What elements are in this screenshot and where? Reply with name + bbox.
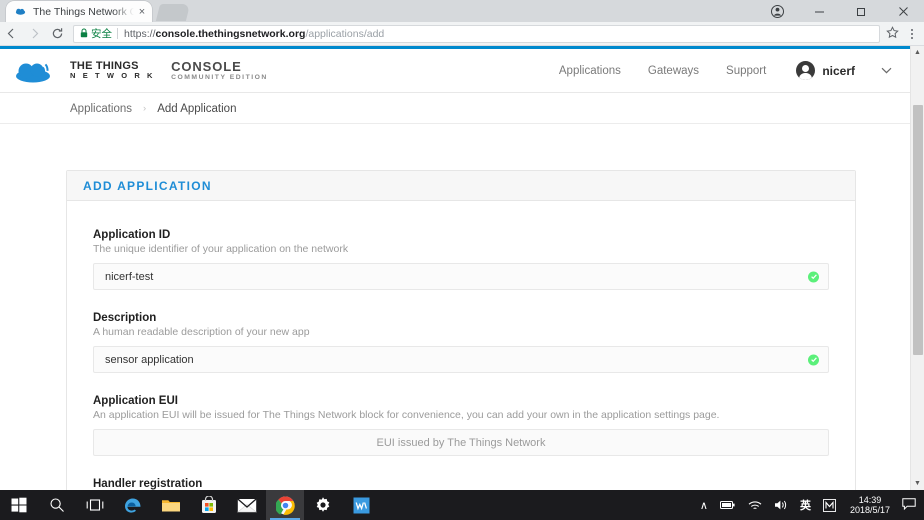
user-avatar-icon xyxy=(796,61,815,80)
edge-button[interactable] xyxy=(114,490,152,520)
browser-tab[interactable]: The Things Network Co × xyxy=(6,1,152,22)
volume-icon[interactable] xyxy=(768,499,794,511)
card-body: Application ID The unique identifier of … xyxy=(67,201,855,490)
input-wrapper: EUI issued by The Things Network xyxy=(93,429,829,456)
clock-date: 2018/5/17 xyxy=(850,505,890,515)
add-application-card: ADD APPLICATION Application ID The uniqu… xyxy=(66,170,856,490)
field-label: Description xyxy=(93,312,829,324)
task-view-button[interactable] xyxy=(76,490,114,520)
field-handler-registration: Handler registration Select the handler … xyxy=(93,478,829,490)
secure-label: 安全 xyxy=(91,26,112,41)
profile-icon[interactable] xyxy=(756,0,798,22)
settings-gear-button[interactable] xyxy=(304,490,342,520)
user-menu[interactable]: nicerf xyxy=(796,61,892,80)
browser-tab-title: The Things Network Co xyxy=(33,6,136,18)
valid-check-icon xyxy=(808,354,819,365)
field-help-text: A human readable description of your new… xyxy=(93,326,829,338)
close-button[interactable] xyxy=(882,0,924,22)
application-eui-input: EUI issued by The Things Network xyxy=(93,429,829,456)
page-viewport: THE THINGS N E T W O R K CONSOLE COMMUNI… xyxy=(0,46,924,490)
lock-icon xyxy=(80,28,88,40)
windows-taskbar: ∧ xyxy=(0,490,924,520)
field-label: Application EUI xyxy=(93,395,829,407)
field-description: Description A human readable description… xyxy=(93,312,829,373)
scroll-up-arrow-icon[interactable]: ▲ xyxy=(911,46,924,59)
back-button-icon[interactable] xyxy=(0,23,23,45)
breadcrumb: Applications › Add Application xyxy=(0,94,910,124)
browser-toolbar: 安全 https://console.thethingsnetwork.org/… xyxy=(0,22,924,46)
field-label: Application ID xyxy=(93,229,829,241)
field-help-text: An application EUI will be issued for Th… xyxy=(93,409,829,421)
valid-check-icon xyxy=(808,271,819,282)
page-content: ADD APPLICATION Application ID The uniqu… xyxy=(0,125,910,490)
reload-button-icon[interactable] xyxy=(46,23,69,45)
card-header: ADD APPLICATION xyxy=(67,171,855,201)
field-application-id: Application ID The unique identifier of … xyxy=(93,229,829,290)
forward-button-icon[interactable] xyxy=(23,23,46,45)
url-domain: console.thethingsnetwork.org xyxy=(156,28,306,40)
nav-item-support[interactable]: Support xyxy=(726,65,766,77)
search-button[interactable] xyxy=(38,490,76,520)
notification-center-icon[interactable] xyxy=(898,498,924,513)
brand-line-2: N E T W O R K xyxy=(70,72,155,80)
description-input[interactable]: sensor application xyxy=(93,346,829,373)
ime-mode-indicator[interactable] xyxy=(817,499,842,512)
ttn-cloud-logo-icon xyxy=(13,58,61,84)
taskbar-clock[interactable]: 14:39 2018/5/17 xyxy=(842,495,898,516)
tab-close-icon[interactable]: × xyxy=(136,6,148,18)
field-application-eui: Application EUI An application EUI will … xyxy=(93,395,829,456)
screen: The Things Network Co × xyxy=(0,0,924,520)
console-wordmark: CONSOLE COMMUNITY EDITION xyxy=(171,60,268,81)
clock-time: 14:39 xyxy=(850,495,890,505)
file-explorer-button[interactable] xyxy=(152,490,190,520)
tray-chevron-up-icon[interactable]: ∧ xyxy=(694,499,714,512)
wifi-icon[interactable] xyxy=(742,500,768,511)
chrome-button[interactable] xyxy=(266,490,304,520)
bookmark-star-icon[interactable] xyxy=(886,26,899,42)
chevron-down-icon[interactable] xyxy=(881,65,892,77)
console-label: CONSOLE xyxy=(171,60,268,74)
chrome-menu-icon[interactable] xyxy=(903,23,921,45)
page-scrollbar[interactable]: ▲ ▼ xyxy=(910,46,924,490)
minimize-button[interactable] xyxy=(798,0,840,22)
user-name: nicerf xyxy=(822,64,855,78)
new-tab-button[interactable] xyxy=(156,4,190,21)
site-header: THE THINGS N E T W O R K CONSOLE COMMUNI… xyxy=(0,49,910,93)
url-path: /applications/add xyxy=(305,28,384,40)
url-text: https://console.thethingsnetwork.org/app… xyxy=(124,28,384,40)
brand-wordmark: THE THINGS N E T W O R K xyxy=(70,61,155,80)
browser-tab-strip: The Things Network Co × xyxy=(0,0,924,22)
input-wrapper: nicerf-test xyxy=(93,263,829,290)
site-logo[interactable]: THE THINGS N E T W O R K CONSOLE COMMUNI… xyxy=(13,58,268,84)
breadcrumb-applications[interactable]: Applications xyxy=(70,103,132,115)
battery-icon[interactable] xyxy=(714,500,742,510)
application-id-input[interactable]: nicerf-test xyxy=(93,263,829,290)
ttn-cloud-favicon-icon xyxy=(14,5,27,18)
system-tray: ∧ xyxy=(694,490,924,520)
window-controls xyxy=(756,0,924,22)
page-title: ADD APPLICATION xyxy=(83,179,212,193)
field-help-text: The unique identifier of your applicatio… xyxy=(93,243,829,255)
scroll-down-arrow-icon[interactable]: ▼ xyxy=(911,477,924,490)
scrollbar-thumb[interactable] xyxy=(913,105,923,355)
omnibox-divider xyxy=(117,28,118,39)
address-bar[interactable]: 安全 https://console.thethingsnetwork.org/… xyxy=(73,25,880,43)
main-nav: Applications Gateways Support nicerf xyxy=(532,61,892,80)
breadcrumb-add-application: Add Application xyxy=(157,103,236,115)
ime-language-indicator[interactable]: 英 xyxy=(794,497,817,513)
store-button[interactable] xyxy=(190,490,228,520)
input-wrapper: sensor application xyxy=(93,346,829,373)
edition-label: COMMUNITY EDITION xyxy=(171,74,268,81)
nav-item-applications[interactable]: Applications xyxy=(559,65,621,77)
nav-item-gateways[interactable]: Gateways xyxy=(648,65,699,77)
w-app-button[interactable] xyxy=(342,490,380,520)
mail-button[interactable] xyxy=(228,490,266,520)
field-label: Handler registration xyxy=(93,478,829,490)
url-scheme: https:// xyxy=(124,28,156,40)
start-button[interactable] xyxy=(0,490,38,520)
breadcrumb-separator-icon: › xyxy=(143,103,146,114)
maximize-button[interactable] xyxy=(840,0,882,22)
